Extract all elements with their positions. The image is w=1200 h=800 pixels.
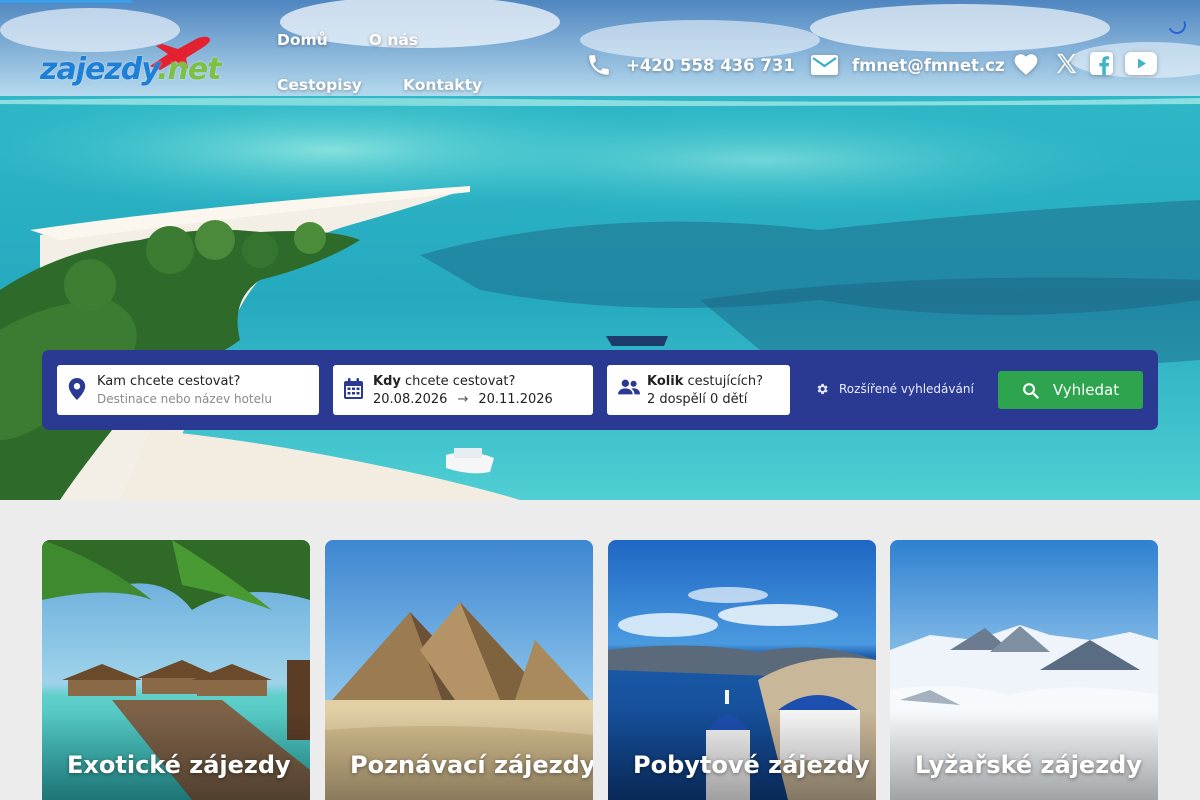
category-title: Poznávací zájezdy — [350, 751, 593, 779]
hero-banner: zajezdy.net Domů O nás Cestopisy Kontakt… — [0, 0, 1200, 500]
nav-link-home[interactable]: Domů — [277, 31, 328, 49]
advanced-search-link[interactable]: Rozšířené vyhledávání — [815, 382, 974, 396]
envelope-icon — [811, 55, 838, 75]
phone-number: +420 558 436 731 — [626, 55, 795, 75]
advanced-search-label: Rozšířené vyhledávání — [839, 382, 974, 396]
loading-progress-bar — [0, 0, 132, 3]
nav-link-contacts[interactable]: Kontakty — [403, 76, 482, 94]
nav-link-about[interactable]: O nás — [369, 31, 418, 49]
category-title: Pobytové zájezdy — [633, 751, 870, 779]
email-address: fmnet@fmnet.cz — [852, 55, 1005, 75]
users-icon — [618, 379, 640, 395]
category-card-beach[interactable]: Pobytové zájezdy — [608, 540, 876, 800]
youtube-icon — [1125, 52, 1157, 75]
site-logo[interactable]: zajezdy.net — [40, 36, 245, 100]
youtube-link[interactable] — [1125, 52, 1157, 75]
search-submit-button[interactable]: Vyhledat — [998, 371, 1143, 409]
main-navigation: Domů O nás Cestopisy Kontakty — [277, 30, 567, 120]
category-title: Exotické zájezdy — [67, 751, 291, 779]
search-icon — [1022, 382, 1039, 399]
favorites-link[interactable] — [1013, 52, 1039, 76]
map-pin-icon — [68, 378, 86, 400]
travelers-label: Kolik cestujících? — [647, 374, 764, 389]
category-card-ski[interactable]: Lyžařské zájezdy — [890, 540, 1158, 800]
search-submit-label: Vyhledat — [1052, 381, 1120, 399]
email-contact[interactable]: fmnet@fmnet.cz — [811, 50, 1005, 80]
date-to: 20.11.2026 — [478, 392, 553, 407]
x-icon — [1056, 53, 1077, 74]
destination-field[interactable]: Kam chcete cestovat? — [57, 365, 319, 415]
category-title: Lyžařské zájezdy — [915, 751, 1143, 779]
travelers-value: 2 dospělí 0 dětí — [647, 392, 748, 407]
destination-input[interactable] — [97, 392, 307, 406]
date-from: 20.08.2026 — [373, 392, 448, 407]
category-cards: Exotické zájezdy Poznávací zájezdy Pobyt… — [42, 540, 1158, 800]
x-twitter-link[interactable] — [1055, 52, 1078, 75]
arrow-right-icon: → — [457, 392, 469, 407]
dates-label: Kdy chcete cestovat? — [373, 374, 516, 389]
category-card-exotic[interactable]: Exotické zájezdy — [42, 540, 310, 800]
search-panel: Kam chcete cestovat? Kdy chcete cestovat… — [42, 350, 1158, 430]
nav-link-travelogues[interactable]: Cestopisy — [277, 76, 362, 94]
destination-label: Kam chcete cestovat? — [97, 374, 241, 389]
phone-icon — [589, 55, 609, 75]
heart-icon — [1014, 54, 1038, 75]
facebook-link[interactable] — [1090, 52, 1113, 75]
phone-contact[interactable]: +420 558 436 731 — [586, 50, 795, 80]
travelers-field[interactable]: Kolik cestujících? 2 dospělí 0 dětí — [607, 365, 790, 415]
dates-field[interactable]: Kdy chcete cestovat? 20.08.2026 → 20.11.… — [333, 365, 593, 415]
date-range: 20.08.2026 → 20.11.2026 — [373, 392, 553, 407]
gear-icon — [817, 383, 828, 395]
category-card-sightseeing[interactable]: Poznávací zájezdy — [325, 540, 593, 800]
facebook-icon — [1090, 52, 1113, 75]
logo-wordmark: zajezdy.net — [40, 52, 222, 87]
calendar-icon — [344, 378, 363, 399]
